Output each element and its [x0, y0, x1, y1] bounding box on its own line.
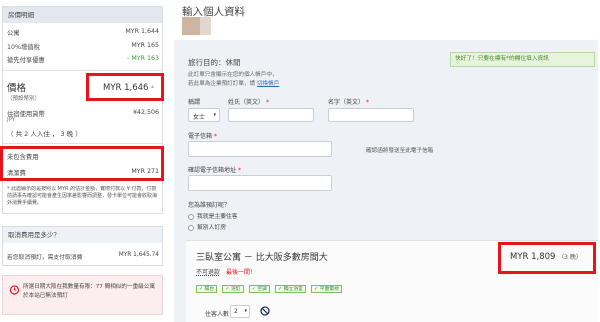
local-currency-value: ¥42,506: [132, 109, 159, 116]
confirm-email-field[interactable]: [188, 175, 332, 191]
title-select-value: 女士: [193, 114, 206, 121]
firstname-field[interactable]: [328, 108, 414, 122]
local-currency-code: JPY: [7, 117, 16, 123]
confirm-email-label: 確認電子信箱地址 *: [188, 165, 241, 174]
lastname-label: 姓氏（英文） *: [228, 97, 269, 106]
confirm-email-label-text: 確認電子信箱地址: [188, 167, 237, 174]
notice-banner: 快好了！只要在標有*的欄位填入資訊: [450, 52, 595, 67]
guests-nights: （ 共 2 人入住 ， 3 晚 ）: [7, 130, 82, 138]
alert-text: 所選日期大阪在我數量有限：77 間相似的一重級公寓於本站已無法預訂: [23, 284, 155, 299]
email-label: 電子信箱 *: [188, 131, 217, 140]
price-value: MYR 1,646 *: [103, 83, 154, 93]
price-asterisk: *: [151, 85, 155, 92]
required-mark: *: [265, 99, 269, 106]
divider: [3, 143, 162, 144]
trip-purpose: 旅行目的：休閒: [188, 58, 241, 67]
row-value: MYR 1,644: [125, 28, 159, 35]
guests-select-value: 2: [234, 308, 238, 315]
row-label: 搶先付享優惠: [7, 57, 45, 64]
row-value: MYR 271: [131, 168, 159, 175]
excluded-fees-label: 未包含費用: [7, 154, 39, 161]
amenity-tag: ✓ 獨立浴室: [275, 285, 306, 293]
price-row-tax: 10%增值稅 MYR 165: [7, 42, 159, 51]
alarm-clock-icon: [9, 284, 20, 295]
amenity-label: 浴缸: [230, 287, 241, 292]
switch-account-link[interactable]: 切換帳戶: [257, 81, 279, 87]
option-label: 我就是主要住客: [197, 214, 238, 220]
room-price-amount: MYR 1,809: [510, 252, 556, 262]
price-row-apartment: 公寓 MYR 1,644: [7, 28, 159, 37]
room-title: 三臥室公寓 － 比大阪多數房間大: [196, 253, 328, 263]
email-hint: 確認函將發送至此電子信箱: [366, 148, 434, 154]
amenity-tag: ✓ 陽台: [196, 285, 218, 293]
amenity-tag: ✓ 空調: [248, 285, 270, 293]
title-label: 稱謂: [188, 99, 201, 106]
row-label: 公寓: [7, 30, 20, 37]
row-value: MYR 165: [131, 42, 159, 49]
required-mark: *: [237, 167, 241, 174]
required-mark: *: [365, 99, 369, 106]
option-someone-else[interactable]: 幫別人訂房: [188, 222, 226, 231]
price-amount: MYR 1,646: [103, 83, 149, 93]
property-thumbnail: [182, 17, 234, 37]
no-smoking-icon: [260, 306, 270, 316]
currency-footnote: * 此處顯示的是按照以 MYR 的估計金額，實際付款以 ¥ 付款，付款前請事先確…: [7, 186, 158, 206]
chevron-down-icon: ▾: [213, 112, 216, 118]
booking-for-label: 您為誰預訂呢？: [188, 202, 231, 209]
availability-alert: 所選日期大阪在我數量有限：77 間相似的一重級公寓於本站已無法預訂: [2, 275, 163, 315]
last-room-label: 最後一間！: [225, 269, 256, 276]
amenity-label: 平面電視: [319, 287, 339, 292]
amenity-label: 陽台: [204, 287, 215, 292]
lastname-label-text: 姓氏（英文）: [228, 99, 265, 106]
booking-page: 房價明細 公寓 MYR 1,644 10%增值稅 MYR 165 搶先付享優惠 …: [0, 0, 600, 322]
room-nights: （3 晚）: [558, 254, 582, 261]
price-sidebar: 房價明細 公寓 MYR 1,644 10%增值稅 MYR 165 搶先付享優惠 …: [0, 0, 166, 322]
option-main-guest[interactable]: 我就是主要住客: [188, 211, 238, 220]
guests-select[interactable]: 2 ▾: [230, 305, 250, 318]
row-label: 10%增值稅: [7, 44, 40, 51]
email-label-text: 電子信箱: [188, 133, 213, 140]
row-label: 清潔費: [7, 170, 26, 177]
chevron-down-icon: ▾: [244, 308, 247, 314]
cancel-row: 若您取消預訂，需支付取消費 MYR 1,645.74: [7, 252, 159, 261]
divider: [3, 70, 162, 71]
room-price: MYR 1,809 （3 晚）: [510, 252, 582, 262]
price-details-header: 房價明細: [3, 7, 162, 23]
amenities-list: ✓ 陽台 ✓ 浴缸 ✓ 空調 ✓ 獨立浴室 ✓ 平面電視: [196, 284, 345, 293]
row-label: 若您取消預訂，需支付取消費: [7, 255, 83, 261]
amenity-tag: ✓ 浴缸: [222, 285, 244, 293]
option-label: 幫別人訂房: [197, 225, 226, 231]
trip-sub-2-text: 若此單為企業預訂訂單，請: [188, 81, 256, 87]
row-value: - MYR 163: [127, 55, 159, 62]
non-refundable-label: 不可退款: [196, 269, 221, 276]
cleaning-fee-row: 清潔費 MYR 271: [7, 168, 159, 177]
radio-someone-else[interactable]: [188, 224, 194, 231]
thumbnail-image: [182, 17, 200, 35]
email-field[interactable]: [188, 141, 332, 157]
firstname-label: 名字（英文） *: [328, 97, 369, 106]
trip-sub-2: 若此單為企業預訂訂單，請 切換帳戶: [188, 79, 279, 87]
thumbnail-image: [200, 17, 211, 35]
trip-sub-1: 此訂單只會顯示在您的個人帳戶中，: [188, 72, 278, 78]
cancel-header: 取消費用是多少？: [3, 227, 162, 243]
firstname-label-text: 名字（英文）: [328, 99, 365, 106]
radio-main-guest[interactable]: [188, 213, 194, 220]
required-mark: *: [213, 133, 217, 140]
row-value: MYR 1,645.74: [118, 252, 159, 258]
amenity-tag: ✓ 平面電視: [311, 285, 342, 293]
amenity-label: 空調: [257, 287, 267, 292]
title-select[interactable]: 女士 ▾: [188, 108, 220, 122]
refund-policy: 不可退款 最後一間！: [196, 267, 256, 276]
lastname-field[interactable]: [228, 108, 314, 122]
amenity-label: 獨立浴室: [283, 287, 303, 292]
price-row-discount: 搶先付享優惠 - MYR 163: [7, 55, 159, 64]
